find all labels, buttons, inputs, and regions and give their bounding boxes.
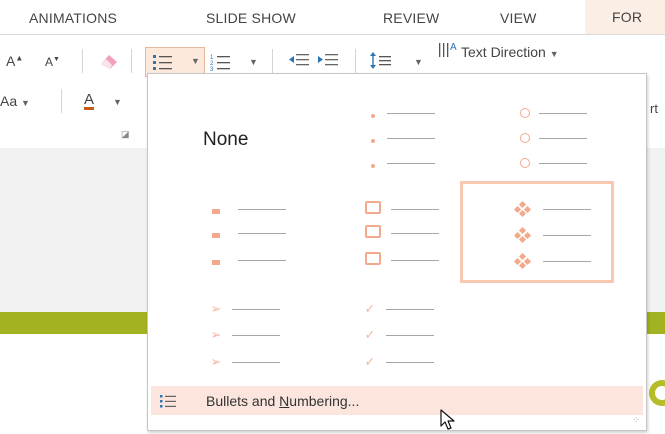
chevron-down-icon[interactable]: ▼	[414, 57, 423, 67]
ribbon-divider	[131, 49, 132, 73]
bullet-option-filled-round[interactable]	[308, 83, 454, 175]
svg-text:A: A	[450, 42, 457, 53]
bullet-option-filled-square[interactable]	[156, 183, 302, 275]
ribbon-tab-bar: ANIMATIONS SLIDE SHOW REVIEW VIEW FOR	[0, 0, 665, 35]
diamond-cluster-bullet-icon	[513, 252, 532, 270]
decrease-font-size-label: A	[45, 55, 54, 69]
text-direction-label: Text Direction	[461, 44, 546, 60]
bullets-and-numbering-label: Bullets and Numbering...	[206, 393, 360, 409]
text-direction-button[interactable]: Text Direction ▼	[461, 44, 559, 60]
bullets-list-icon	[160, 395, 176, 408]
tab-animations[interactable]: ANIMATIONS	[29, 10, 117, 26]
numbering-icon[interactable]: 1 2 3	[210, 53, 232, 71]
hollow-round-bullet-icon	[520, 157, 530, 168]
chevron-down-icon[interactable]: ▼	[191, 56, 200, 66]
decrease-indent-icon[interactable]	[288, 53, 310, 69]
diamond-cluster-bullet-icon	[513, 226, 532, 244]
tab-view[interactable]: VIEW	[500, 10, 537, 26]
increase-font-size-button[interactable]: A▲	[6, 53, 23, 69]
change-case-button[interactable]: Aa ▼	[0, 93, 30, 109]
tab-format[interactable]: FOR	[585, 0, 665, 34]
text-direction-icon[interactable]: A	[438, 39, 458, 61]
bullets-icon	[153, 55, 172, 70]
filled-round-bullet-icon	[371, 163, 375, 168]
arrowhead-bullet-icon: ➢	[210, 354, 222, 369]
chevron-down-icon[interactable]: ▼	[249, 57, 258, 67]
filled-round-bullet-icon	[371, 138, 375, 143]
change-case-label: Aa	[0, 93, 18, 109]
increase-font-size-label: A	[6, 53, 16, 69]
hollow-square-bullet-icon	[365, 201, 381, 214]
ribbon-divider	[355, 49, 356, 73]
filled-square-bullet-icon	[212, 232, 220, 238]
filled-square-bullet-icon	[212, 259, 220, 265]
arrowhead-bullet-icon: ➢	[210, 301, 222, 316]
font-color-button[interactable]: A	[84, 91, 94, 108]
bullet-option-hollow-round[interactable]	[460, 83, 606, 175]
filled-round-bullet-icon	[371, 113, 375, 118]
bullet-option-checkmark[interactable]: ✓ ✓ ✓	[308, 286, 454, 378]
decrease-font-size-button[interactable]: A▼	[45, 55, 60, 69]
hollow-round-bullet-icon	[520, 132, 530, 143]
increase-indent-icon[interactable]	[317, 53, 339, 69]
tab-review[interactable]: REVIEW	[383, 10, 439, 26]
bullet-option-arrowhead[interactable]: ➢ ➢ ➢	[156, 286, 302, 378]
checkmark-bullet-icon: ✓	[364, 301, 376, 316]
arrowhead-bullet-icon: ➢	[210, 327, 222, 342]
clear-formatting-icon[interactable]	[98, 52, 120, 70]
diamond-cluster-bullet-icon	[513, 200, 532, 218]
bullet-option-star-diamonds[interactable]	[460, 181, 614, 283]
checkmark-bullet-icon: ✓	[364, 327, 376, 342]
mouse-cursor-icon	[440, 409, 455, 430]
font-color-label: A	[84, 91, 95, 108]
ribbon-divider	[272, 49, 273, 73]
chevron-down-icon: ▼	[549, 49, 559, 59]
bullet-option-none[interactable]: None	[156, 83, 302, 175]
bullets-gallery-dropdown: None ➢ ➢ ➢ ✓ ✓ ✓ Bullets and Numbering..…	[147, 73, 647, 431]
ribbon-divider	[82, 49, 83, 73]
svg-text:3: 3	[210, 67, 214, 71]
filled-square-bullet-icon	[212, 208, 220, 214]
resize-grip-icon[interactable]: ⁘	[632, 415, 640, 426]
chevron-down-icon: ▼	[21, 98, 30, 108]
hollow-square-bullet-icon	[365, 225, 381, 238]
hollow-square-bullet-icon	[365, 252, 381, 265]
tab-slide-show[interactable]: SLIDE SHOW	[206, 10, 296, 26]
ribbon-divider	[61, 89, 62, 113]
bullets-and-numbering-menu-item[interactable]: Bullets and Numbering...	[151, 386, 643, 415]
checkmark-bullet-icon: ✓	[364, 354, 376, 369]
align-text-truncated[interactable]: rt	[650, 101, 658, 116]
font-dialog-launcher-icon[interactable]: ◪	[121, 129, 130, 140]
bullet-option-hollow-square[interactable]	[308, 183, 454, 275]
bullet-option-none-label: None	[203, 129, 249, 150]
line-spacing-icon[interactable]	[370, 51, 392, 71]
chevron-down-icon[interactable]: ▼	[113, 97, 122, 107]
hollow-round-bullet-icon	[520, 107, 530, 118]
